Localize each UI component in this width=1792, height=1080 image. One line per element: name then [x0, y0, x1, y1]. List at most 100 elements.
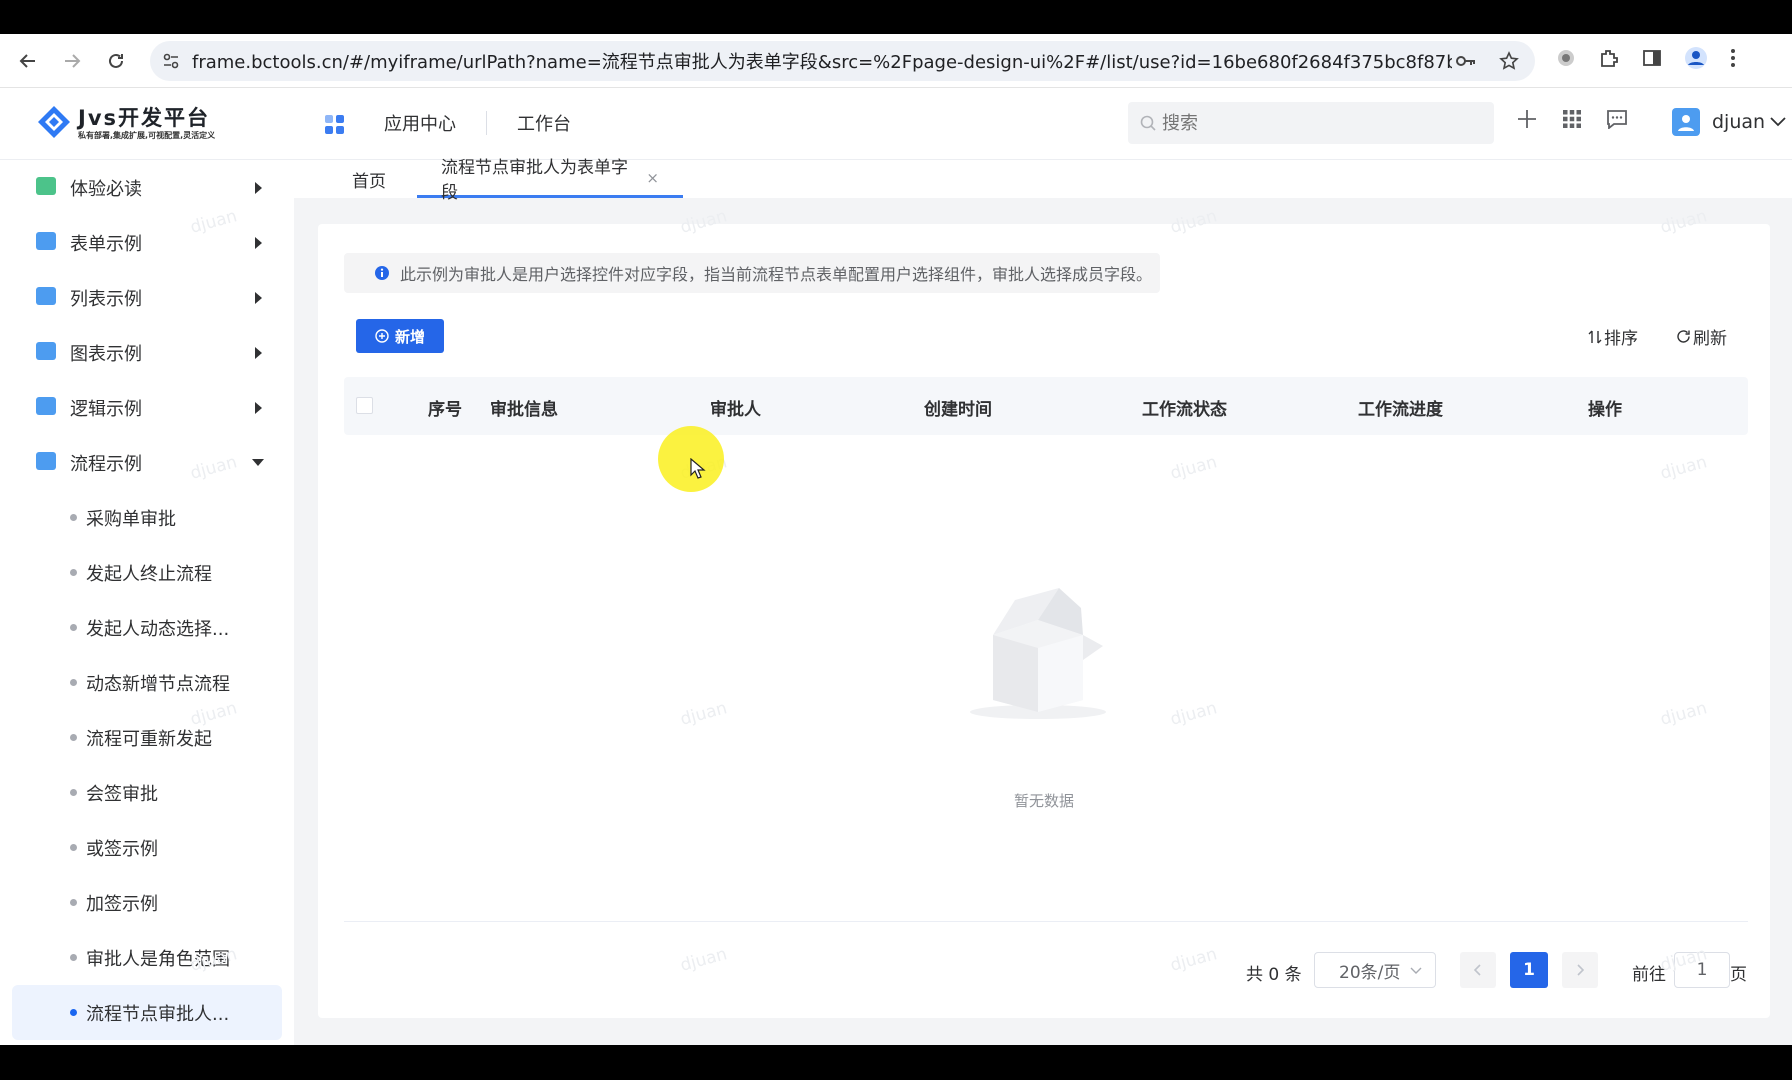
address-bar[interactable]: frame.bctools.cn/#/myiframe/urlPath?name… [150, 41, 1535, 81]
tab-home[interactable]: 首页 [352, 160, 386, 198]
chevron-down-icon[interactable] [1769, 116, 1787, 128]
page-number-current[interactable]: 1 [1510, 952, 1548, 988]
forward-icon[interactable] [60, 49, 84, 73]
add-button[interactable]: 新增 [356, 319, 444, 353]
folder-icon [36, 452, 56, 470]
goto-page-input[interactable] [1674, 952, 1730, 988]
sidebar-subitem-label: 发起人动态选择... [86, 618, 230, 640]
sort-label: 排序 [1604, 329, 1638, 349]
nav-app-center[interactable]: 应用中心 [384, 110, 456, 136]
folder-icon [36, 287, 56, 305]
app-root: Jvs开发平台 私有部署,集成扩展,可视配置,灵活定义 应用中心 工作台 搜索 … [0, 88, 1792, 1045]
username[interactable]: djuan [1712, 111, 1765, 133]
user-menu[interactable]: djuan [1672, 108, 1787, 136]
close-icon[interactable]: × [646, 169, 659, 187]
search-box[interactable] [1128, 102, 1494, 144]
sidebar-subitem[interactable]: 会签审批 [0, 765, 294, 820]
user-icon [1678, 115, 1694, 131]
page-size-select[interactable]: 20条/页 [1314, 952, 1436, 988]
tab-home-label: 首页 [352, 171, 386, 192]
grid-menu-icon[interactable] [1562, 109, 1582, 133]
extensions-icon[interactable] [1598, 47, 1620, 73]
prev-page-button[interactable] [1460, 952, 1496, 988]
column-index[interactable]: 序号 [428, 395, 462, 420]
logo-title: Jvs开发平台 [78, 106, 211, 130]
plus-icon[interactable] [1516, 108, 1538, 134]
message-icon[interactable] [1606, 109, 1628, 133]
sidebar-subitem-label: 会签审批 [86, 783, 158, 805]
sidebar-subitem[interactable]: 或签示例 [0, 820, 294, 875]
column-workflow-status[interactable]: 工作流状态 [1142, 395, 1227, 420]
sidebar-subitem[interactable]: 流程节点审批人... [12, 985, 282, 1040]
next-page-button[interactable] [1562, 952, 1598, 988]
folder-icon [36, 342, 56, 360]
side-panel-icon[interactable] [1642, 48, 1662, 72]
column-approver[interactable]: 审批人 [710, 395, 761, 420]
tab-current-label: 流程节点审批人为表单字段 [441, 157, 628, 203]
sidebar-menu-item[interactable]: 图表示例 [0, 325, 294, 380]
bookmark-star-icon[interactable] [1499, 51, 1519, 75]
tab-bar: 首页 流程节点审批人为表单字段 × [294, 158, 1792, 203]
refresh-label: 刷新 [1693, 329, 1727, 349]
page-unit-label: 页 [1730, 965, 1747, 985]
reload-icon[interactable] [104, 49, 128, 73]
avatar[interactable] [1672, 108, 1700, 136]
select-all-checkbox[interactable] [356, 397, 373, 414]
sidebar-subitem[interactable]: 发起人动态选择... [0, 600, 294, 655]
tab-current-page[interactable]: 流程节点审批人为表单字段 × [417, 158, 683, 203]
sidebar-menu-item[interactable]: 逻辑示例 [0, 380, 294, 435]
sidebar-menu-label: 逻辑示例 [70, 398, 142, 420]
nav-workbench[interactable]: 工作台 [517, 110, 571, 136]
sidebar-subitem[interactable]: 动态新增节点流程 [0, 655, 294, 710]
empty-text: 暂无数据 [1013, 792, 1074, 810]
app-header: Jvs开发平台 私有部署,集成扩展,可视配置,灵活定义 应用中心 工作台 搜索 … [0, 88, 1792, 160]
bullet-icon [70, 1009, 77, 1016]
sidebar-menu-label: 表单示例 [70, 233, 142, 255]
back-icon[interactable] [16, 49, 40, 73]
menu-kebab-icon[interactable] [1730, 48, 1736, 72]
search-input[interactable] [1162, 112, 1462, 134]
refresh-button[interactable]: 刷新 [1676, 324, 1727, 349]
bullet-icon [70, 679, 77, 686]
logo[interactable]: Jvs开发平台 私有部署,集成扩展,可视配置,灵活定义 [36, 102, 215, 141]
sidebar-menu-item[interactable]: 体验必读 [0, 160, 294, 215]
bullet-icon [70, 734, 77, 741]
info-alert: 此示例为审批人是用户选择控件对应字段，指当前流程节点表单配置用户选择组件，审批人… [344, 253, 1160, 293]
url-text[interactable]: frame.bctools.cn/#/myiframe/urlPath?name… [192, 48, 1452, 74]
column-approval-info[interactable]: 审批信息 [490, 395, 558, 420]
logo-icon [38, 105, 70, 138]
logo-subtitle: 私有部署,集成扩展,可视配置,灵活定义 [78, 131, 216, 140]
caret-down-icon [252, 459, 264, 466]
sidebar-subitem[interactable]: 加签示例 [0, 875, 294, 930]
sort-button[interactable]: 排序 [1588, 324, 1638, 349]
record-icon[interactable] [1556, 48, 1576, 72]
browser-toolbar: frame.bctools.cn/#/myiframe/urlPath?name… [0, 34, 1792, 88]
screen: frame.bctools.cn/#/myiframe/urlPath?name… [0, 0, 1792, 1080]
column-workflow-progress[interactable]: 工作流进度 [1358, 395, 1443, 420]
bullet-icon [70, 789, 77, 796]
sidebar-menu-item[interactable]: 流程示例 [0, 435, 294, 490]
pagination-total: 共 0 条 [1246, 965, 1302, 985]
sidebar-menu-item[interactable]: 列表示例 [0, 270, 294, 325]
password-key-icon[interactable] [1455, 51, 1477, 75]
column-create-time[interactable]: 创建时间 [924, 395, 992, 420]
sidebar-subitem[interactable]: 审批人是角色范围 [0, 930, 294, 985]
app-grid-icon[interactable] [324, 114, 346, 140]
sidebar-menu-item[interactable]: 表单示例 [0, 215, 294, 270]
chevron-right-icon [1577, 964, 1585, 976]
chevron-down-icon [1410, 967, 1422, 974]
sidebar-subitem-label: 加签示例 [86, 893, 158, 915]
chevron-left-icon [1473, 964, 1481, 976]
site-settings-icon[interactable] [156, 52, 186, 70]
caret-right-icon [255, 181, 262, 194]
sidebar-subitem[interactable]: 发起人终止流程 [0, 545, 294, 600]
profile-icon[interactable] [1684, 46, 1708, 74]
sidebar-subitem-label: 流程可重新发起 [86, 728, 212, 750]
sidebar-menu-label: 体验必读 [70, 178, 142, 200]
sidebar-subitem-label: 动态新增节点流程 [86, 673, 230, 695]
sidebar-subitem[interactable]: 流程可重新发起 [0, 710, 294, 765]
sidebar-subitem[interactable]: 采购单审批 [0, 490, 294, 545]
info-icon [375, 266, 389, 280]
search-icon [1140, 115, 1156, 131]
column-actions[interactable]: 操作 [1588, 395, 1622, 420]
